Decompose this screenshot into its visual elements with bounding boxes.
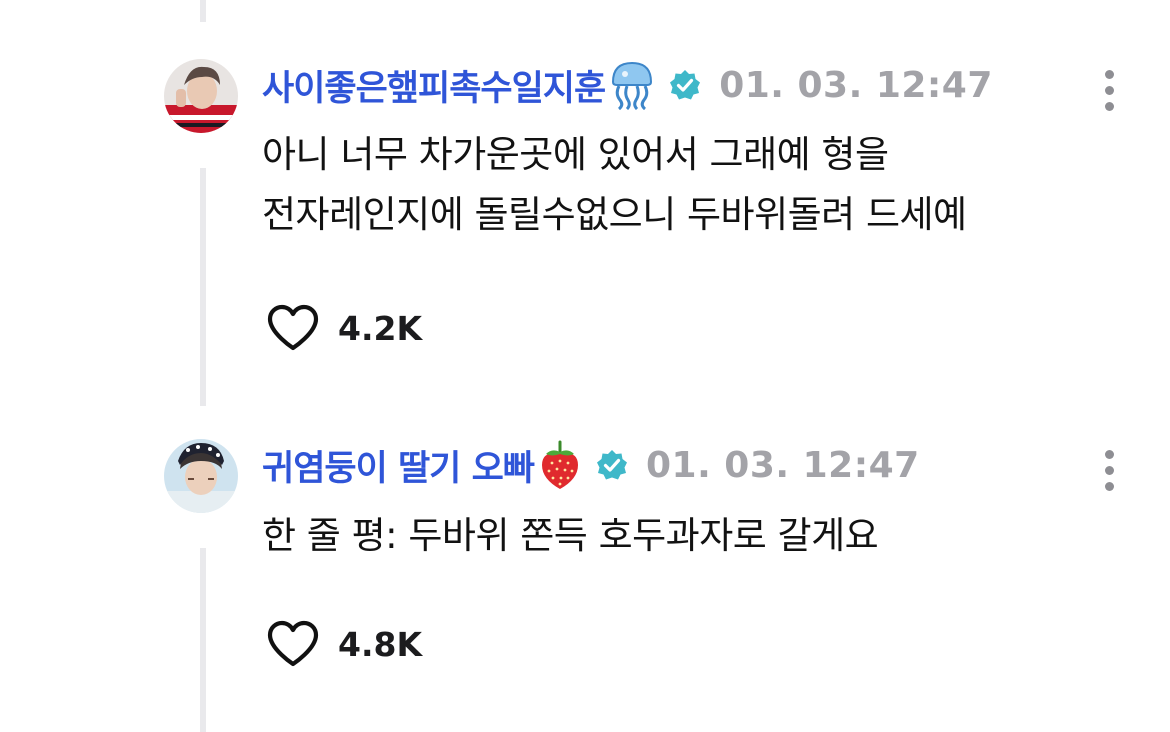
more-vertical-icon-dot bbox=[1104, 466, 1114, 475]
like-count: 4.8K bbox=[338, 624, 423, 664]
comment-item: 귀염둥이 딸기 오빠 01. 03. 12:47 한 줄 평: 두바위 쫀득 호… bbox=[0, 0, 1170, 732]
comment-thread: 사이좋은햎피촉수일지훈 01. 03. 12:47 아니 너무 차가운곳에 있어… bbox=[0, 0, 1170, 732]
more-options-button[interactable] bbox=[1102, 450, 1116, 491]
username[interactable]: 귀염둥이 딸기 오빠 bbox=[262, 440, 535, 491]
strawberry-emoji-icon bbox=[538, 439, 582, 491]
comment-text: 한 줄 평: 두바위 쫀득 호두과자로 갈게요 bbox=[262, 506, 879, 566]
comment-text-line: 한 줄 평: 두바위 쫀득 호두과자로 갈게요 bbox=[262, 514, 879, 557]
avatar[interactable] bbox=[164, 439, 238, 513]
timestamp: 01. 03. 12:47 bbox=[645, 444, 920, 486]
more-vertical-icon-dot bbox=[1104, 450, 1114, 459]
verified-badge-icon bbox=[596, 449, 628, 481]
comment-header: 귀염둥이 딸기 오빠 01. 03. 12:47 bbox=[262, 436, 920, 494]
heart-icon[interactable] bbox=[266, 620, 320, 668]
like-row: 4.8K bbox=[266, 619, 422, 669]
more-vertical-icon-dot bbox=[1104, 482, 1114, 491]
